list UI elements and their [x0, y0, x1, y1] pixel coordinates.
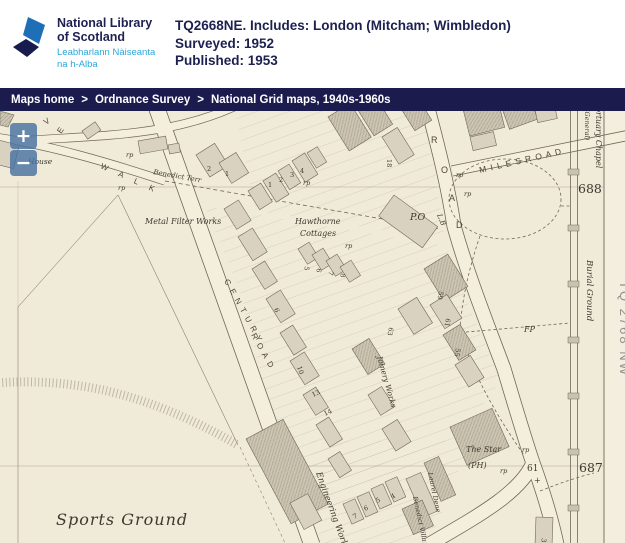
brand-block: National Library of Scotland Leabharlann…	[57, 16, 155, 71]
map-label: A	[449, 193, 455, 203]
map-label: 2	[279, 176, 283, 184]
sheet-title-block: TQ2668NE. Includes: London (Mitcham; Wim…	[175, 17, 511, 70]
map-label: rp	[345, 242, 353, 250]
breadcrumb-separator: >	[81, 93, 88, 106]
zoom-controls: + −	[10, 123, 37, 177]
map-label: 61	[443, 318, 452, 328]
zoom-out-button[interactable]: −	[10, 150, 37, 176]
breadcrumb-separator: >	[197, 93, 204, 106]
map-label: rp	[303, 179, 311, 187]
sheet-published: Published: 1953	[175, 53, 278, 69]
map-label: 687	[579, 460, 603, 475]
map-viewport[interactable]: + − V E W A L K C E N T U R Y R O A D M …	[0, 111, 625, 543]
map-label: 18	[385, 159, 393, 167]
map-label: Metal Filter Works	[144, 217, 221, 226]
sheet-title: TQ2668NE. Includes: London (Mitcham; Wim…	[175, 18, 511, 33]
map-label: 61	[527, 464, 538, 474]
map-image: VEW A L KC E N T U R YR O A DM I L E S R…	[0, 111, 625, 543]
page-header: National Library of Scotland Leabharlann…	[0, 0, 625, 88]
brand-name-line1: National Library	[57, 16, 153, 30]
map-label: The Star	[466, 445, 502, 454]
breadcrumb-national-grid-maps[interactable]: National Grid maps, 1940s-1960s	[211, 94, 391, 106]
map-label: rp	[500, 467, 508, 475]
map-label: Burial Ground	[584, 259, 594, 322]
map-label: O	[441, 165, 448, 175]
map-label: rp	[126, 151, 134, 159]
map-label: 59	[436, 291, 445, 301]
map-label: (PH)	[468, 461, 487, 470]
map-label: Cottages	[300, 229, 336, 238]
map-label: rp	[522, 446, 530, 454]
map-label: rp	[456, 171, 464, 179]
map-label: 63	[386, 327, 395, 337]
map-label: Mortuary Chapel	[594, 111, 603, 169]
map-label: rp	[464, 190, 472, 198]
nls-logo-icon	[13, 17, 45, 57]
map-label: 3	[290, 171, 294, 179]
brand-name-line2: of Scotland	[57, 30, 126, 44]
breadcrumb: Maps home > Ordnance Survey > National G…	[0, 88, 625, 111]
map-label: FP	[523, 325, 536, 334]
map-label: P.O	[409, 212, 425, 223]
map-label: TQ 2768 NW	[617, 281, 625, 377]
map-label: rp	[118, 184, 126, 192]
map-label: +	[534, 476, 541, 485]
map-label: 55	[453, 348, 462, 358]
zoom-in-button[interactable]: +	[10, 123, 37, 149]
map-label: D	[456, 220, 463, 230]
map-label: (General)	[583, 111, 591, 141]
brand-gaelic-line2: na h-Alba	[57, 58, 98, 70]
sheet-surveyed: Surveyed: 1952	[175, 35, 275, 51]
breadcrumb-ordnance-survey[interactable]: Ordnance Survey	[95, 94, 190, 106]
brand-gaelic-line1: Leabharlann Nàiseanta	[57, 47, 156, 58]
map-label: 37	[539, 538, 548, 543]
map-label: Hawthorne	[294, 217, 341, 226]
map-label: 2	[207, 165, 211, 173]
map-label: 1	[225, 170, 229, 178]
map-label: Sports Ground	[56, 510, 188, 529]
map-label: R	[431, 135, 438, 145]
map-label: 1	[268, 181, 272, 189]
map-label: 688	[578, 181, 602, 196]
breadcrumb-maps-home[interactable]: Maps home	[11, 94, 74, 106]
map-label: 4	[300, 167, 304, 175]
